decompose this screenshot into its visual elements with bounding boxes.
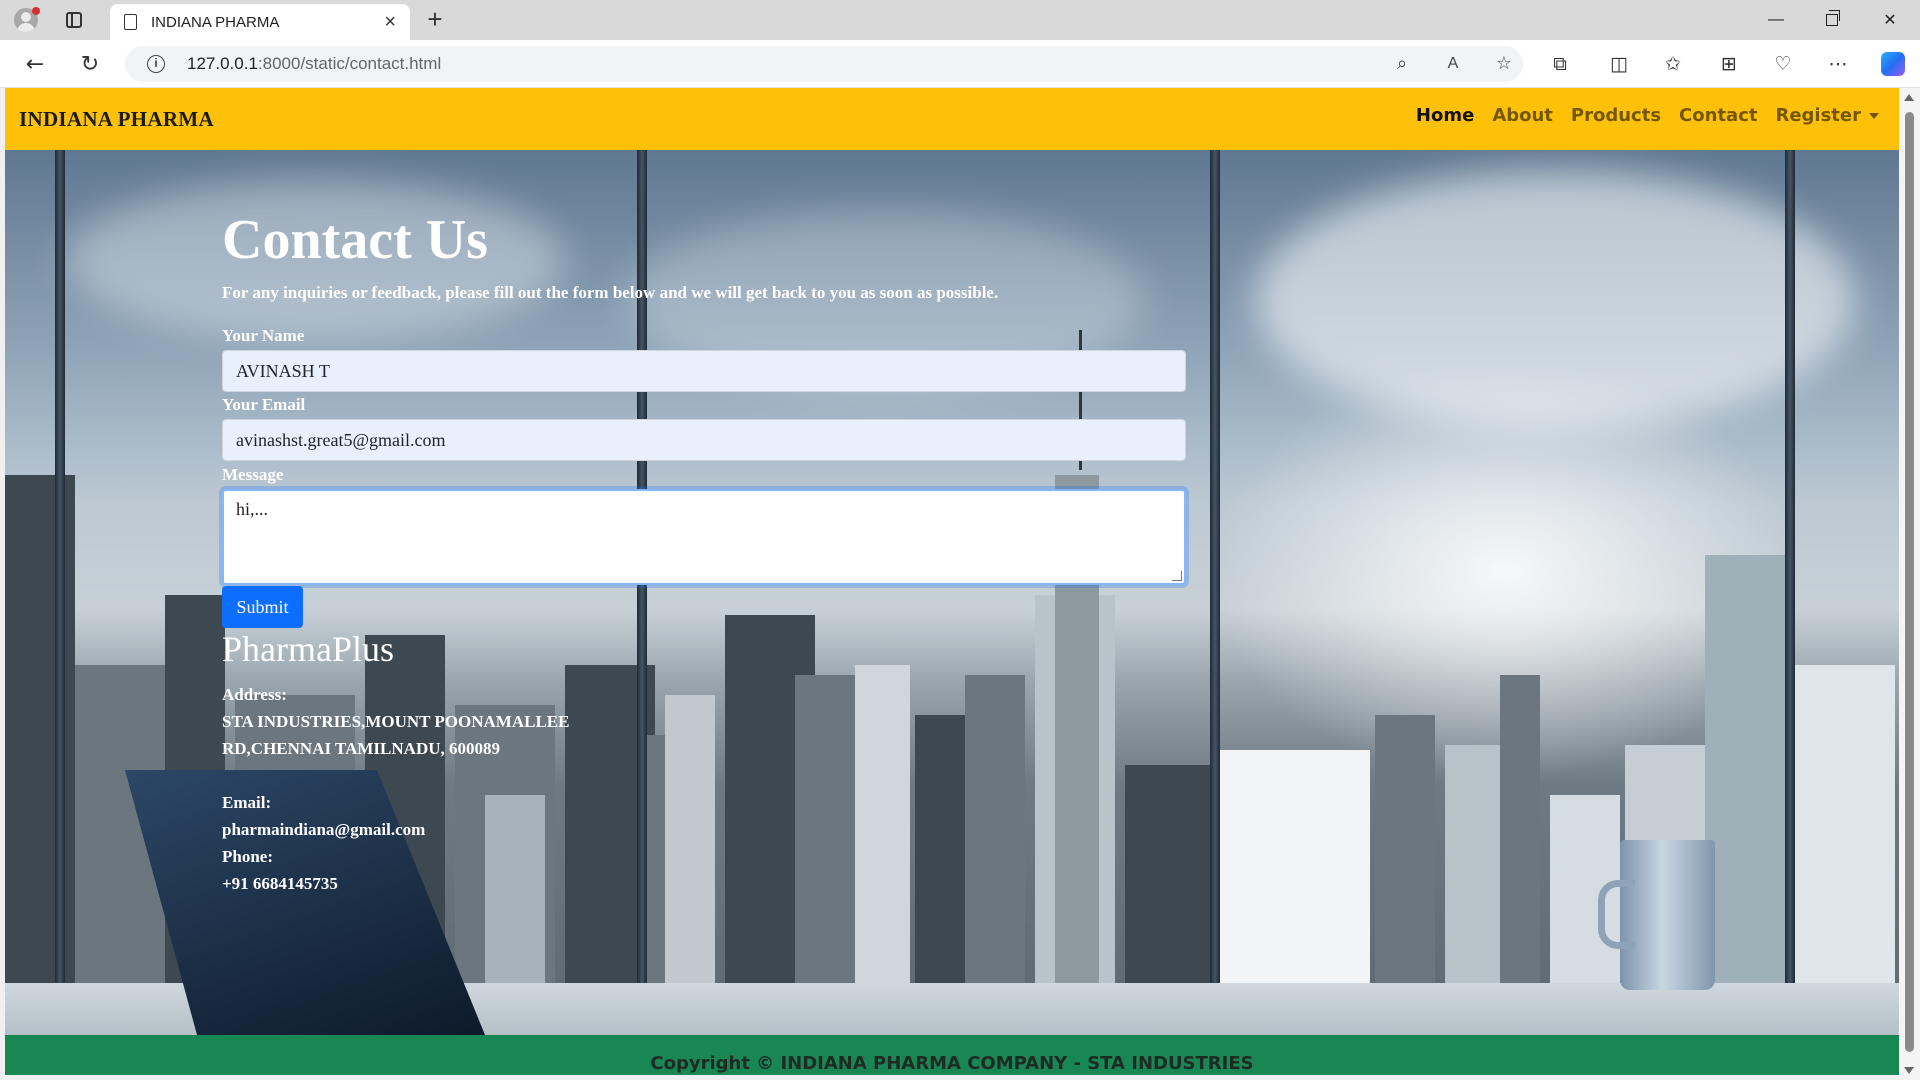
minimize-button[interactable]: — (1748, 0, 1804, 40)
submit-button[interactable]: Submit (222, 586, 303, 628)
browser-tab-bar: INDIANA PHARMA × + — ✕ (0, 0, 1920, 40)
message-label: Message (222, 465, 284, 484)
address-label: Address: (222, 685, 287, 704)
nav-links: Home About Products Contact Register (1416, 105, 1879, 126)
collections-icon[interactable]: ⊞ (1714, 50, 1744, 78)
message-textarea[interactable]: hi,... (222, 489, 1186, 585)
split-screen-icon[interactable]: ◫ (1604, 50, 1634, 78)
tab-title: INDIANA PHARMA (151, 13, 280, 31)
resize-handle-icon[interactable] (1172, 571, 1182, 581)
reload-icon[interactable]: ↻ (75, 50, 105, 78)
nav-home[interactable]: Home (1416, 105, 1474, 126)
url-bar[interactable]: i 127.0.0.1:8000/static/contact.html ⌕ A… (125, 46, 1523, 82)
url-host: 127.0.0.1 (187, 54, 258, 73)
name-field[interactable]: AVINASH T (222, 350, 1186, 392)
nav-contact[interactable]: Contact (1679, 105, 1757, 126)
page-icon (124, 14, 137, 30)
profile-icon[interactable] (12, 6, 40, 34)
nav-products[interactable]: Products (1571, 105, 1661, 126)
nav-register: Register (1775, 105, 1861, 126)
scrollbar-thumb[interactable] (1905, 112, 1914, 1052)
site-brand[interactable]: INDIANA PHARMA (19, 107, 214, 132)
company-email: pharmaindiana@gmail.com (222, 820, 426, 839)
back-icon[interactable]: ← (20, 50, 50, 78)
close-tab-icon[interactable]: × (384, 12, 396, 32)
company-name: PharmaPlus (222, 629, 395, 669)
footer-copyright: Copyright © INDIANA PHARMA COMPANY - STA… (650, 1053, 1254, 1074)
page-scrollbar[interactable] (1899, 88, 1920, 1080)
copilot-icon[interactable] (1878, 50, 1908, 78)
phone-label: Phone: (222, 847, 273, 866)
favorite-star-icon[interactable]: ☆ (1491, 52, 1517, 78)
company-phone: +91 6684145735 (222, 874, 338, 893)
mug-image (1598, 840, 1715, 990)
scroll-down-icon[interactable] (1904, 1067, 1914, 1074)
site-navbar: INDIANA PHARMA Home About Products Conta… (5, 88, 1899, 150)
chevron-down-icon (1869, 113, 1879, 119)
name-label: Your Name (222, 326, 305, 345)
url-path: :8000/static/contact.html (257, 54, 442, 73)
favorites-icon[interactable]: ✩ (1658, 50, 1688, 78)
address-toolbar: ← ↻ i 127.0.0.1:8000/static/contact.html… (0, 40, 1920, 88)
zoom-icon[interactable]: ⌕ (1389, 52, 1415, 78)
new-tab-button[interactable]: + (420, 5, 450, 35)
tab-actions-icon[interactable] (60, 6, 88, 34)
scroll-up-icon[interactable] (1904, 94, 1914, 101)
url-text[interactable]: 127.0.0.1:8000/static/contact.html (187, 54, 441, 74)
browser-essentials-icon[interactable]: ♡ (1768, 50, 1798, 78)
nav-register-dropdown[interactable]: Register (1775, 105, 1879, 126)
site-info-icon[interactable]: i (147, 55, 165, 73)
email-label: Your Email (222, 395, 306, 414)
nav-about[interactable]: About (1492, 105, 1553, 126)
page-title: Contact Us (222, 209, 488, 271)
email-field[interactable]: avinashst.great5@gmail.com (222, 419, 1186, 461)
more-menu-icon[interactable]: ⋯ (1823, 50, 1853, 78)
message-text: hi,... (236, 499, 269, 519)
read-aloud-icon[interactable]: A (1440, 52, 1466, 78)
email-info-label: Email: (222, 793, 272, 812)
address-line-1: STA INDUSTRIES,MOUNT POONAMALLEE (222, 712, 570, 731)
site-footer: Copyright © INDIANA PHARMA COMPANY - STA… (5, 1035, 1899, 1075)
intro-text: For any inquiries or feedback, please fi… (222, 283, 999, 302)
restore-button[interactable] (1804, 0, 1860, 40)
browser-tab[interactable]: INDIANA PHARMA × (110, 4, 410, 40)
extensions-icon[interactable]: ⧉ (1545, 50, 1575, 78)
address-line-2: RD,CHENNAI TAMILNADU, 600089 (222, 739, 500, 758)
page-viewport: INDIANA PHARMA Home About Products Conta… (5, 88, 1899, 1075)
close-window-button[interactable]: ✕ (1862, 0, 1918, 40)
